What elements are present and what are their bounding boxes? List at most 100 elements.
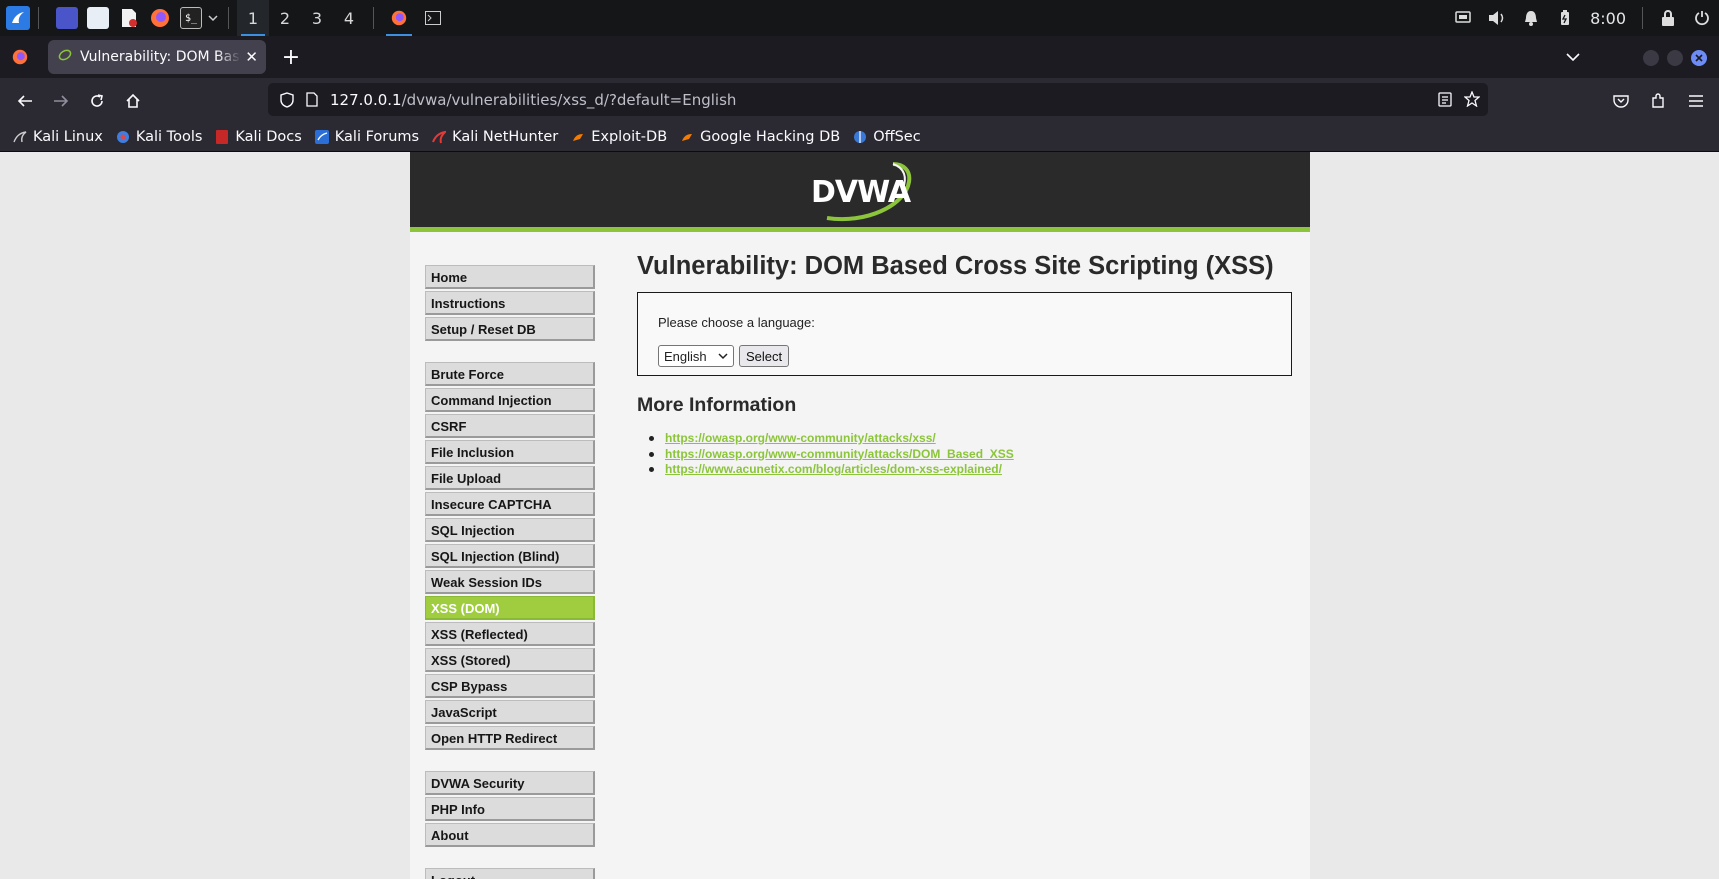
bookmark-star-icon[interactable]: [1463, 90, 1481, 111]
menu-item-sql-injection[interactable]: SQL Injection: [425, 518, 595, 542]
bookmark-kali-tools[interactable]: Kali Tools: [115, 128, 203, 145]
kali-tools-icon: [115, 129, 131, 145]
reload-button[interactable]: [84, 88, 110, 114]
pocket-icon[interactable]: [1608, 88, 1634, 114]
new-tab-button[interactable]: +: [278, 44, 304, 70]
menu-item-setup-reset-db[interactable]: Setup / Reset DB: [425, 317, 595, 341]
acunetix-dom-xss-link[interactable]: https://www.acunetix.com/blog/articles/d…: [665, 462, 1002, 476]
notification-bell-icon[interactable]: [1514, 0, 1548, 36]
page-info-icon[interactable]: [306, 92, 318, 107]
language-select[interactable]: English: [658, 345, 734, 367]
text-editor-icon[interactable]: [118, 7, 140, 29]
menu-item-file-upload[interactable]: File Upload: [425, 466, 595, 490]
menu-item-brute-force[interactable]: Brute Force: [425, 362, 595, 386]
menu-block-group1: Home Instructions Setup / Reset DB: [425, 265, 595, 341]
bookmark-exploit-db[interactable]: Exploit-DB: [570, 129, 667, 145]
power-icon[interactable]: [1685, 0, 1719, 36]
reader-view-icon[interactable]: [1438, 92, 1452, 111]
main-body: Vulnerability: DOM Based Cross Site Scri…: [637, 252, 1292, 478]
menu-item-insecure-captcha[interactable]: Insecure CAPTCHA: [425, 492, 595, 516]
menu-item-weak-session-ids[interactable]: Weak Session IDs: [425, 570, 595, 594]
forward-button[interactable]: [48, 88, 74, 114]
dvwa-menu: Home Instructions Setup / Reset DB Brute Fo…: [425, 265, 595, 879]
owasp-xss-link[interactable]: https://owasp.org/www-community/attacks/…: [665, 431, 936, 445]
bookmark-label: OffSec: [873, 128, 921, 145]
url-text[interactable]: 127.0.0.1/dvwa/vulnerabilities/xss_d/?de…: [330, 91, 736, 109]
dvwa-logo[interactable]: DVWA: [805, 158, 915, 222]
menu-item-dvwa-security[interactable]: DVWA Security: [425, 771, 595, 795]
menu-item-xss-stored[interactable]: XSS (Stored): [425, 648, 595, 672]
desktop-icon[interactable]: [56, 7, 78, 29]
dvwa-container: DVWA Home Instructions Setup / Reset DB Bru…: [410, 152, 1310, 879]
owasp-dom-xss-link[interactable]: https://owasp.org/www-community/attacks/…: [665, 447, 1014, 461]
close-tab-icon[interactable]: ✕: [245, 48, 258, 66]
browser-tab-active[interactable]: Vulnerability: DOM Based Cross Site Scri…: [48, 40, 266, 74]
firefox-view-icon[interactable]: [12, 49, 28, 69]
menu-item-csp-bypass[interactable]: CSP Bypass: [425, 674, 595, 698]
menu-item-instructions[interactable]: Instructions: [425, 291, 595, 315]
kali-menu-icon[interactable]: [6, 6, 30, 30]
menu-item-php-info[interactable]: PHP Info: [425, 797, 595, 821]
close-window-button[interactable]: [1691, 50, 1707, 66]
vulnerable-code-area: Please choose a language: English Select: [637, 292, 1292, 376]
menu-item-xss-dom[interactable]: XSS (DOM): [425, 596, 595, 620]
url-path: /dvwa/vulnerabilities/xss_d/?default=Eng…: [401, 90, 737, 109]
bookmark-kali-docs[interactable]: Kali Docs: [214, 129, 302, 145]
menu-item-xss-reflected[interactable]: XSS (Reflected): [425, 622, 595, 646]
maximize-window-button[interactable]: [1667, 50, 1683, 66]
menu-block-group4: Logout: [425, 868, 595, 879]
bookmark-kali-forums[interactable]: Kali Forums: [314, 129, 419, 145]
bookmark-offsec[interactable]: OffSec: [852, 129, 921, 145]
menu-item-about[interactable]: About: [425, 823, 595, 847]
bookmark-label: Google Hacking DB: [700, 128, 841, 145]
bookmark-google-hacking-db[interactable]: Google Hacking DB: [679, 129, 840, 145]
list-all-tabs-button[interactable]: [1566, 46, 1580, 65]
workspace-1[interactable]: 1: [237, 0, 269, 36]
volume-icon[interactable]: [1480, 0, 1514, 36]
terminal-launcher-icon[interactable]: $_: [180, 7, 202, 29]
page-title: Vulnerability: DOM Based Cross Site Scri…: [637, 252, 1274, 280]
exploit-db-icon: [570, 129, 586, 145]
file-manager-icon[interactable]: [87, 7, 109, 29]
firefox-launcher-icon[interactable]: [149, 7, 171, 29]
bookmark-kali-linux[interactable]: Kali Linux: [12, 129, 103, 145]
hamburger-menu-icon[interactable]: [1683, 88, 1709, 114]
menu-item-csrf[interactable]: CSRF: [425, 414, 595, 438]
shield-icon[interactable]: [280, 91, 294, 108]
clock[interactable]: 8:00: [1590, 9, 1626, 28]
workspace-2[interactable]: 2: [269, 0, 301, 36]
language-selected-value: English: [664, 348, 707, 364]
extensions-icon[interactable]: [1645, 88, 1671, 114]
menu-item-javascript[interactable]: JavaScript: [425, 700, 595, 724]
home-button[interactable]: [120, 88, 146, 114]
address-bar[interactable]: 127.0.0.1/dvwa/vulnerabilities/xss_d/?de…: [268, 83, 1488, 116]
menu-item-command-injection[interactable]: Command Injection: [425, 388, 595, 412]
list-item: https://owasp.org/www-community/attacks/…: [649, 431, 1292, 447]
menu-item-open-http-redirect[interactable]: Open HTTP Redirect: [425, 726, 595, 750]
workspace-3[interactable]: 3: [301, 0, 333, 36]
system-tray: 8:00: [1446, 0, 1719, 36]
more-information-links: https://owasp.org/www-community/attacks/…: [637, 431, 1292, 478]
terminal-window-button[interactable]: [416, 0, 450, 36]
dvwa-favicon-icon: [58, 48, 72, 66]
firefox-window-button[interactable]: [382, 0, 416, 36]
select-button[interactable]: Select: [739, 345, 790, 367]
battery-icon[interactable]: [1548, 0, 1582, 36]
menu-item-logout[interactable]: Logout: [425, 868, 595, 879]
bookmark-label: Kali Forums: [334, 128, 420, 145]
kali-forums-icon: [314, 129, 330, 145]
nethunter-icon: [431, 129, 447, 145]
bookmark-kali-nethunter[interactable]: Kali NetHunter: [431, 129, 558, 145]
menu-item-home[interactable]: Home: [425, 265, 595, 289]
lock-icon[interactable]: [1651, 0, 1685, 36]
display-icon[interactable]: [1446, 0, 1480, 36]
menu-item-sql-injection-blind[interactable]: SQL Injection (Blind): [425, 544, 595, 568]
bookmark-label: Exploit-DB: [591, 128, 668, 145]
menu-item-file-inclusion[interactable]: File Inclusion: [425, 440, 595, 464]
workspace-4[interactable]: 4: [333, 0, 365, 36]
back-button[interactable]: [12, 88, 38, 114]
language-prompt: Please choose a language:: [658, 315, 815, 330]
chevron-down-icon[interactable]: [206, 7, 220, 29]
bookmark-label: Kali Tools: [135, 128, 203, 145]
minimize-window-button[interactable]: [1643, 50, 1659, 66]
